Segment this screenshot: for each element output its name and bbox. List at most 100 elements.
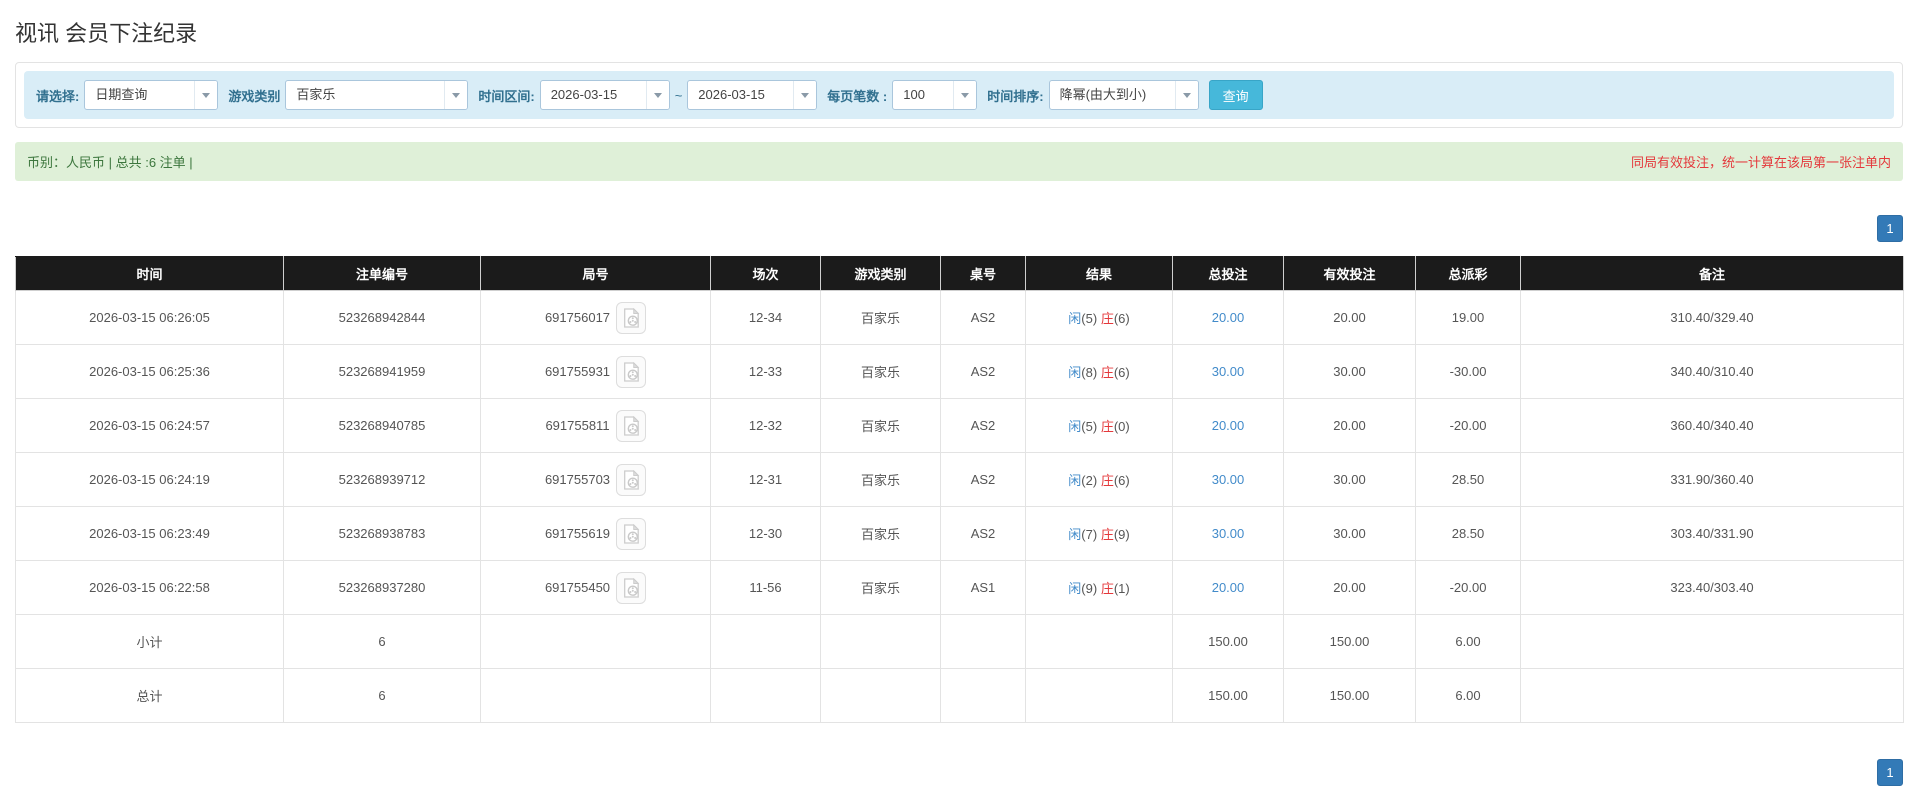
round-number: 691755619 — [544, 526, 611, 541]
result-banker-score: (6) — [1113, 311, 1130, 326]
chevron-down-icon[interactable] — [1174, 81, 1198, 109]
result-banker-label: 庄 — [1100, 419, 1114, 434]
date-range-tilde: ~ — [674, 87, 683, 103]
table-number-cell: AS1 — [940, 560, 1026, 615]
round-number-cell: 691755931 — [480, 344, 711, 399]
session-cell: 12-34 — [710, 290, 821, 345]
result-cell: 闲(9) 庄(1) — [1025, 560, 1173, 615]
total-bet-link[interactable]: 20.00 — [1212, 418, 1245, 433]
result-banker-score: (9) — [1113, 527, 1130, 542]
time-range-label: 时间区间: — [478, 88, 535, 104]
bet-number-cell: 523268940785 — [283, 398, 481, 453]
page-size-value: 100 — [903, 87, 925, 102]
total-bet-cell: 30.00 — [1172, 506, 1284, 561]
chevron-down-icon[interactable] — [953, 81, 977, 109]
summary-currency-count: 币别：人民币 | 总共 :6 注单 | — [27, 155, 193, 170]
payout-cell: 19.00 — [1415, 290, 1521, 345]
video-record-icon[interactable] — [616, 301, 647, 334]
video-record-icon[interactable] — [615, 409, 646, 442]
subtotal-count: 6 — [283, 614, 481, 669]
result-banker-score: (6) — [1113, 473, 1130, 488]
video-record-icon[interactable] — [616, 463, 647, 496]
header-valid-bet: 有效投注 — [1283, 256, 1416, 291]
page-button-1[interactable]: 1 — [1877, 215, 1903, 242]
search-button[interactable]: 查询 — [1208, 80, 1263, 110]
query-mode-select[interactable]: 日期查询 — [84, 80, 219, 110]
payout-cell: 28.50 — [1415, 506, 1521, 561]
table-body: 2026-03-15 06:26:05 523268942844 6917560… — [15, 290, 1904, 615]
header-table-number: 桌号 — [940, 256, 1026, 291]
page-size-select[interactable]: 100 — [892, 80, 978, 110]
result-cell: 闲(5) 庄(6) — [1025, 290, 1173, 345]
result-player-label: 闲 — [1068, 473, 1082, 488]
result-cell: 闲(8) 庄(6) — [1025, 344, 1173, 399]
total-valid-bet: 150.00 — [1283, 668, 1416, 723]
time-sort-select[interactable]: 降幂(由大到小) — [1048, 80, 1199, 110]
round-number-cell: 691756017 — [480, 290, 711, 345]
result-player-score: (2) — [1081, 473, 1098, 488]
total-bet-link[interactable]: 30.00 — [1212, 526, 1245, 541]
time-cell: 2026-03-15 06:23:49 — [15, 506, 284, 561]
valid-bet-cell: 30.00 — [1283, 344, 1416, 399]
video-record-icon[interactable] — [616, 571, 647, 604]
game-type-select[interactable]: 百家乐 — [285, 80, 469, 110]
time-sort-label: 时间排序: — [987, 88, 1044, 104]
table-row: 2026-03-15 06:25:36 523268941959 6917559… — [15, 344, 1904, 399]
chevron-down-icon[interactable] — [645, 81, 669, 109]
video-record-icon[interactable] — [616, 517, 647, 550]
table-row: 2026-03-15 06:26:05 523268942844 6917560… — [15, 290, 1904, 345]
bet-number-cell: 523268942844 — [283, 290, 481, 345]
page-button-1[interactable]: 1 — [1877, 759, 1903, 786]
round-number: 691755811 — [545, 418, 610, 433]
session-cell: 12-31 — [710, 452, 821, 507]
round-number-cell: 691755450 — [480, 560, 711, 615]
table-row: 2026-03-15 06:23:49 523268938783 6917556… — [15, 506, 1904, 561]
bet-number-cell: 523268937280 — [283, 560, 481, 615]
date-to-value: 2026-03-15 — [698, 87, 765, 102]
round-number: 691755931 — [544, 364, 611, 379]
remark-cell: 303.40/331.90 — [1520, 506, 1904, 561]
table-summary-body: 小计 6 150.00 150.00 6.00 总计 6 150.00 150.… — [15, 614, 1904, 723]
session-cell: 11-56 — [710, 560, 821, 615]
chevron-down-icon[interactable] — [194, 81, 218, 109]
page-size-label: 每页笔数 : — [827, 88, 888, 104]
result-player-score: (7) — [1081, 527, 1098, 542]
bet-number-cell: 523268941959 — [283, 344, 481, 399]
total-bet-link[interactable]: 20.00 — [1212, 580, 1245, 595]
round-number: 691756017 — [544, 310, 611, 325]
total-bet-link[interactable]: 20.00 — [1212, 310, 1245, 325]
result-player-label: 闲 — [1068, 419, 1082, 434]
result-player-score: (9) — [1081, 581, 1098, 596]
result-banker-label: 庄 — [1100, 311, 1114, 326]
round-number-cell: 691755619 — [480, 506, 711, 561]
game-type-cell: 百家乐 — [820, 506, 941, 561]
date-from-select[interactable]: 2026-03-15 — [539, 80, 670, 110]
game-type-value: 百家乐 — [296, 87, 336, 102]
chevron-down-icon[interactable] — [793, 81, 817, 109]
payout-cell: 28.50 — [1415, 452, 1521, 507]
subtotal-payout: 6.00 — [1415, 614, 1521, 669]
result-player-score: (5) — [1081, 419, 1098, 434]
date-from-value: 2026-03-15 — [550, 87, 618, 102]
header-result: 结果 — [1025, 256, 1173, 291]
query-mode-label: 请选择: — [36, 88, 80, 104]
time-cell: 2026-03-15 06:22:58 — [15, 560, 284, 615]
table-number-cell: AS2 — [940, 290, 1026, 345]
table-number-cell: AS2 — [940, 344, 1026, 399]
result-player-label: 闲 — [1068, 311, 1082, 326]
result-player-label: 闲 — [1068, 527, 1082, 542]
header-game-type: 游戏类别 — [820, 256, 941, 291]
bet-number-cell: 523268938783 — [283, 506, 481, 561]
date-to-select[interactable]: 2026-03-15 — [687, 80, 818, 110]
chevron-down-icon[interactable] — [444, 81, 468, 109]
total-bet-link[interactable]: 30.00 — [1212, 472, 1245, 487]
game-type-label: 游戏类别 — [228, 88, 281, 104]
subtotal-total-bet: 150.00 — [1172, 614, 1284, 669]
table-row: 2026-03-15 06:22:58 523268937280 6917554… — [15, 560, 1904, 615]
total-bet-link[interactable]: 30.00 — [1212, 364, 1245, 379]
result-banker-score: (0) — [1113, 419, 1130, 434]
payout-cell: -20.00 — [1415, 398, 1521, 453]
video-record-icon[interactable] — [616, 355, 647, 388]
subtotal-row: 小计 6 150.00 150.00 6.00 — [15, 614, 1904, 669]
total-bet-cell: 20.00 — [1172, 290, 1284, 345]
